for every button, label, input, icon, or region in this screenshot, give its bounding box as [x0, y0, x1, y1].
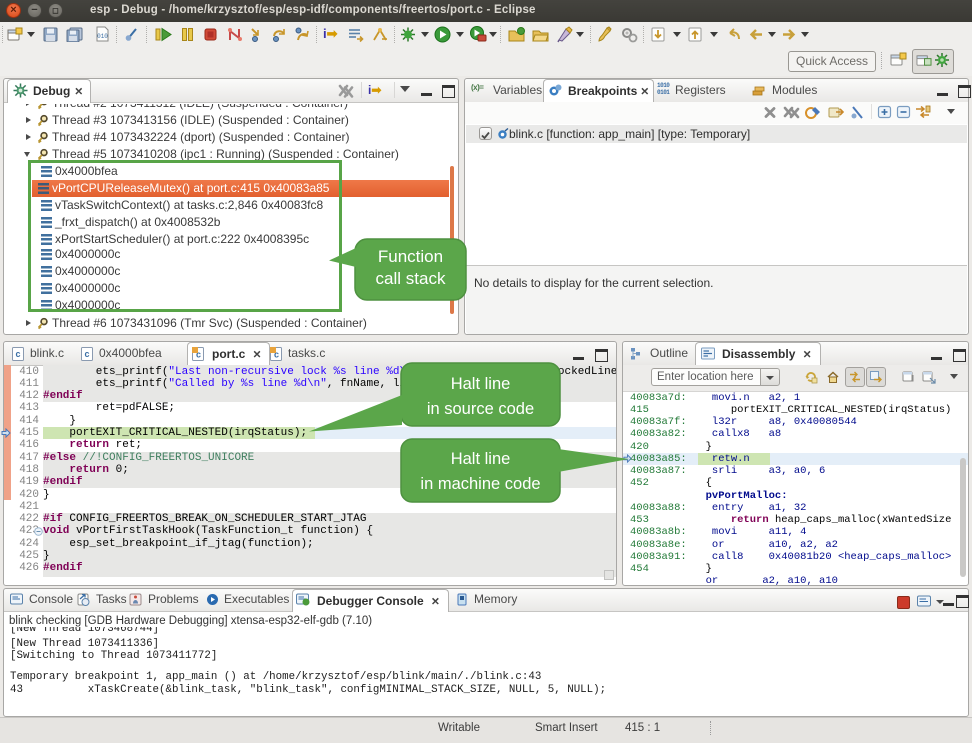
- svg-text:010: 010: [97, 33, 108, 40]
- svg-text:c: c: [84, 349, 89, 359]
- svg-text:c: c: [15, 349, 20, 359]
